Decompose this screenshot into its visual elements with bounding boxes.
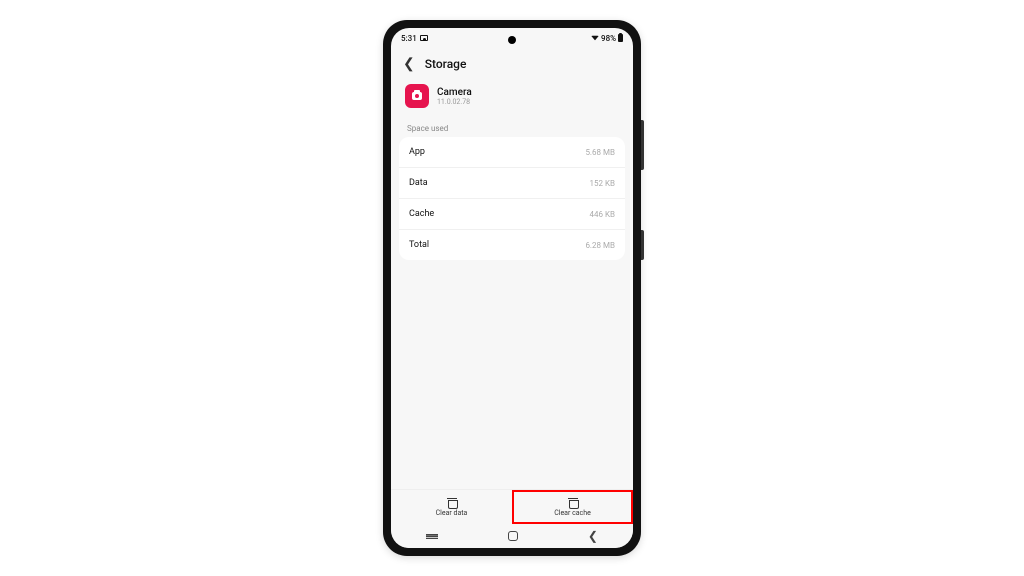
clear-data-button[interactable]: Clear data	[391, 490, 512, 524]
app-info: Camera 11.0.02.78	[391, 82, 633, 120]
page-title: Storage	[425, 57, 467, 71]
spacer	[391, 260, 633, 489]
clear-data-label: Clear data	[436, 509, 468, 517]
row-total: Total 6.28 MB	[399, 230, 625, 260]
section-label: Space used	[391, 120, 633, 137]
status-left: 5:31	[401, 34, 428, 43]
row-value: 446 KB	[590, 210, 615, 219]
status-right: 98%	[591, 34, 623, 43]
bottom-actions: Clear data Clear cache	[391, 489, 633, 524]
page-header: ❮ Storage	[391, 48, 633, 82]
row-app: App 5.68 MB	[399, 137, 625, 168]
camera-indicator-icon	[420, 35, 428, 41]
nav-home-icon[interactable]	[508, 531, 518, 541]
row-value: 5.68 MB	[585, 148, 615, 157]
trash-icon	[447, 497, 457, 507]
nav-back-icon[interactable]: ❮	[588, 529, 598, 543]
row-cache: Cache 446 KB	[399, 199, 625, 230]
battery-percent: 98%	[601, 34, 616, 43]
volume-button	[641, 120, 644, 170]
back-icon[interactable]: ❮	[403, 56, 415, 72]
status-time: 5:31	[401, 34, 417, 43]
phone-frame: 5:31 98% ❮ Storage Camera 11.0.02.78 Spa…	[383, 20, 641, 556]
nav-bar: ❮	[391, 524, 633, 548]
app-name: Camera	[437, 87, 472, 98]
trash-icon	[568, 497, 578, 507]
storage-card: App 5.68 MB Data 152 KB Cache 446 KB Tot…	[399, 137, 625, 260]
row-value: 152 KB	[590, 179, 615, 188]
row-label: Total	[409, 240, 429, 250]
screen: 5:31 98% ❮ Storage Camera 11.0.02.78 Spa…	[391, 28, 633, 548]
nav-recent-icon[interactable]	[426, 534, 438, 539]
battery-icon	[618, 34, 623, 42]
app-version: 11.0.02.78	[437, 98, 472, 106]
app-icon	[405, 84, 429, 108]
clear-cache-button[interactable]: Clear cache	[512, 490, 633, 524]
app-text: Camera 11.0.02.78	[437, 87, 472, 106]
camera-hole	[508, 36, 516, 44]
row-label: Cache	[409, 209, 434, 219]
row-data: Data 152 KB	[399, 168, 625, 199]
row-label: App	[409, 147, 425, 157]
camera-icon	[412, 92, 422, 100]
power-button	[641, 230, 644, 260]
wifi-icon	[591, 36, 599, 41]
row-value: 6.28 MB	[585, 241, 615, 250]
clear-cache-label: Clear cache	[554, 509, 591, 517]
row-label: Data	[409, 178, 428, 188]
